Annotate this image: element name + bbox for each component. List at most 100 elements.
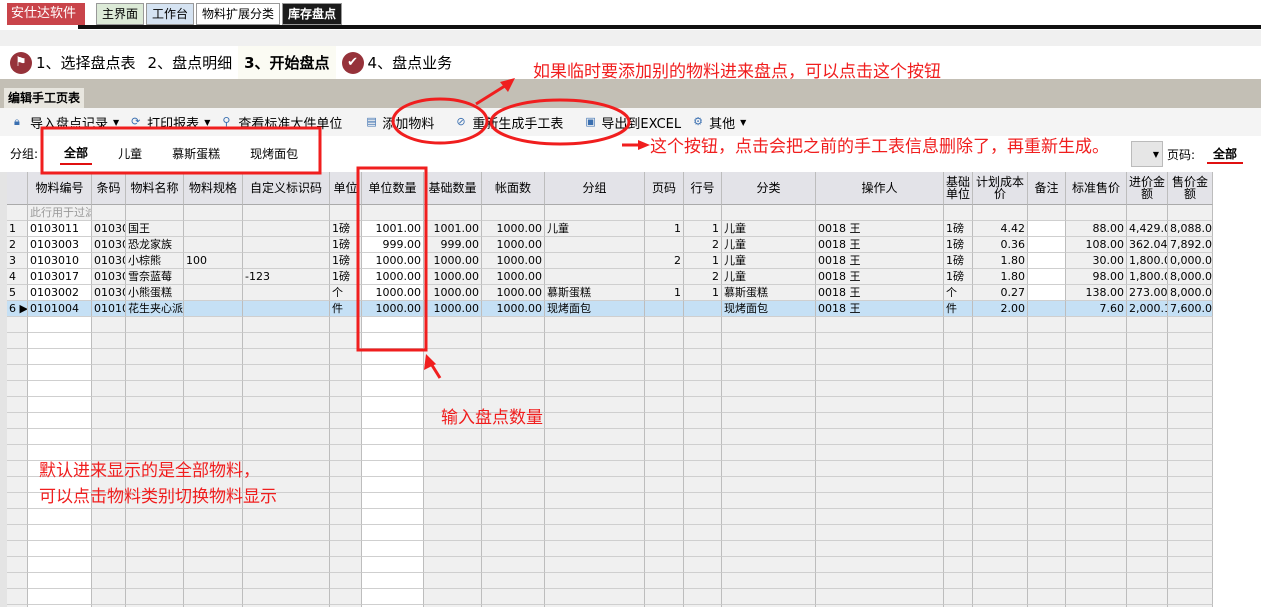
column-header[interactable]: 页码 bbox=[645, 172, 684, 205]
other-button[interactable]: ⚙ 其他 ▼ bbox=[693, 113, 746, 132]
grid-cell: 2,000.10 bbox=[1127, 301, 1168, 317]
empty-cell bbox=[1028, 349, 1066, 365]
column-header[interactable]: 条码 bbox=[92, 172, 126, 205]
table-row[interactable]: 3 0103010 01030 小棕熊 100 1磅 1000.00 1000.00 1000.… bbox=[7, 253, 1213, 269]
column-header[interactable]: 帐面数 bbox=[482, 172, 545, 205]
table-row[interactable]: 1 0103011 01030 国王 1磅 1001.00 1001.00 1000.00 儿童… bbox=[7, 221, 1213, 237]
filter-cell[interactable]: 此行用于过滤 bbox=[28, 205, 92, 221]
filter-cell[interactable] bbox=[184, 205, 243, 221]
table-row[interactable]: 5 0103002 01030 小熊蛋糕个 1000.00 1000.00 1000.00 慕… bbox=[7, 285, 1213, 301]
column-header[interactable]: 进价金额 bbox=[1127, 172, 1168, 205]
add-material-button[interactable]: ▤ 添加物料 bbox=[366, 113, 434, 132]
column-header[interactable]: 分类 bbox=[722, 172, 816, 205]
step-select-sheet[interactable]: ⚑ 1、选择盘点表 bbox=[4, 46, 142, 79]
tab-home[interactable]: 主界面 bbox=[96, 3, 145, 25]
column-header[interactable]: 基础数量 bbox=[424, 172, 482, 205]
grid-cell: 2 bbox=[684, 237, 722, 253]
filter-cell[interactable] bbox=[1028, 205, 1066, 221]
empty-cell bbox=[7, 461, 28, 477]
filter-cell[interactable] bbox=[126, 205, 184, 221]
group-all[interactable]: 全部 bbox=[60, 142, 93, 165]
empty-cell bbox=[1066, 461, 1127, 477]
view-unit-button[interactable]: ⚲ 查看标准大件单位 bbox=[222, 113, 342, 132]
filter-cell[interactable] bbox=[1127, 205, 1168, 221]
grid-cell[interactable]: 999.00 bbox=[362, 237, 424, 253]
filter-cell[interactable] bbox=[973, 205, 1028, 221]
empty-cell bbox=[545, 557, 645, 573]
group-bread[interactable]: 现烤面包 bbox=[246, 143, 302, 164]
empty-cell bbox=[7, 557, 28, 573]
grid-cell: 0.27 bbox=[973, 285, 1028, 301]
filter-cell[interactable] bbox=[92, 205, 126, 221]
empty-cell bbox=[330, 493, 362, 509]
column-header[interactable]: 行号 bbox=[684, 172, 722, 205]
column-header[interactable]: 备注 bbox=[1028, 172, 1066, 205]
empty-cell bbox=[816, 573, 944, 589]
column-header[interactable]: 物料编号 bbox=[28, 172, 92, 205]
step-start-count[interactable]: 3、开始盘点 bbox=[238, 46, 336, 79]
filter-cell[interactable] bbox=[684, 205, 722, 221]
filter-cell[interactable] bbox=[243, 205, 330, 221]
filter-cell[interactable] bbox=[722, 205, 816, 221]
empty-cell bbox=[482, 589, 545, 605]
import-button[interactable]: 🔒︎ 导入盘点记录 ▼ bbox=[14, 113, 119, 132]
filter-cell[interactable] bbox=[362, 205, 424, 221]
column-header[interactable]: 操作人 bbox=[816, 172, 944, 205]
table-row[interactable]: 6 ▶ 0101004 01010 花生夹心派件 1000.00 1000.00 1000.… bbox=[7, 301, 1213, 317]
page-dropdown[interactable]: ▼ bbox=[1131, 141, 1163, 167]
panel-title-tab[interactable]: 编辑手工页表 bbox=[4, 88, 84, 108]
tab-inventory-count[interactable]: 库存盘点 bbox=[282, 3, 343, 25]
group-children[interactable]: 儿童 bbox=[114, 143, 146, 164]
print-button[interactable]: ⟳ 打印报表 ▼ bbox=[131, 113, 210, 132]
table-row[interactable]: 4 0103017 01030 雪奈蓝莓 -123 1磅 1000.00 1000.00 100… bbox=[7, 269, 1213, 285]
empty-cell bbox=[330, 525, 362, 541]
column-header[interactable]: 售价金额 bbox=[1168, 172, 1213, 205]
empty-cell bbox=[362, 413, 424, 429]
regenerate-button[interactable]: ⊘ 重新生成手工表 bbox=[456, 113, 563, 132]
grid-cell[interactable]: 1000.00 bbox=[362, 253, 424, 269]
filter-cell[interactable] bbox=[545, 205, 645, 221]
table-row[interactable]: 2 0103003 01030 恐龙家族 1磅 999.00 999.00 1000.00 2 儿… bbox=[7, 237, 1213, 253]
column-header[interactable]: 自定义标识码 bbox=[243, 172, 330, 205]
column-header[interactable]: 基础单位 bbox=[944, 172, 973, 205]
export-excel-button[interactable]: ▣ 导出到EXCEL bbox=[585, 113, 681, 132]
empty-cell bbox=[684, 589, 722, 605]
grid-cell bbox=[184, 301, 243, 317]
column-header[interactable]: 物料规格 bbox=[184, 172, 243, 205]
filter-cell[interactable] bbox=[482, 205, 545, 221]
filter-cell[interactable] bbox=[1066, 205, 1127, 221]
column-header[interactable]: 单位数量 bbox=[362, 172, 424, 205]
empty-cell bbox=[545, 365, 645, 381]
filter-cell[interactable] bbox=[424, 205, 482, 221]
grid-cell bbox=[243, 301, 330, 317]
brand-menu-button[interactable]: 安仕达软件▼ bbox=[7, 3, 85, 41]
column-header[interactable]: 标准售价 bbox=[1066, 172, 1127, 205]
filter-cell[interactable] bbox=[816, 205, 944, 221]
column-header[interactable]: 单位 bbox=[330, 172, 362, 205]
column-header[interactable]: 物料名称 bbox=[126, 172, 184, 205]
grid-cell: 1001.00 bbox=[424, 221, 482, 237]
empty-cell bbox=[645, 365, 684, 381]
group-mousse[interactable]: 慕斯蛋糕 bbox=[168, 143, 224, 164]
tab-material-category[interactable]: 物料扩展分类 bbox=[196, 3, 281, 25]
step-detail[interactable]: 2、盘点明细 bbox=[141, 46, 239, 79]
filter-cell[interactable] bbox=[944, 205, 973, 221]
column-header[interactable]: 计划成本价 bbox=[973, 172, 1028, 205]
grid-cell: 7,600.00 bbox=[1168, 301, 1213, 317]
column-header[interactable]: 分组 bbox=[545, 172, 645, 205]
empty-row bbox=[7, 413, 1213, 429]
filter-cell[interactable] bbox=[645, 205, 684, 221]
grid-cell[interactable]: 1000.00 bbox=[362, 301, 424, 317]
tab-workbench[interactable]: 工作台 bbox=[146, 3, 195, 25]
grid-cell[interactable]: 1000.00 bbox=[362, 269, 424, 285]
empty-cell bbox=[1028, 557, 1066, 573]
grid-cell: 1磅 bbox=[944, 221, 973, 237]
step-business[interactable]: ✔ 4、盘点业务 bbox=[335, 46, 459, 79]
spacer bbox=[0, 30, 1261, 46]
grid-cell[interactable]: 1001.00 bbox=[362, 221, 424, 237]
filter-cell[interactable] bbox=[330, 205, 362, 221]
page-all[interactable]: 全部 bbox=[1207, 145, 1244, 164]
grid-cell: 1磅 bbox=[944, 269, 973, 285]
filter-cell[interactable] bbox=[1168, 205, 1213, 221]
grid-cell[interactable]: 1000.00 bbox=[362, 285, 424, 301]
